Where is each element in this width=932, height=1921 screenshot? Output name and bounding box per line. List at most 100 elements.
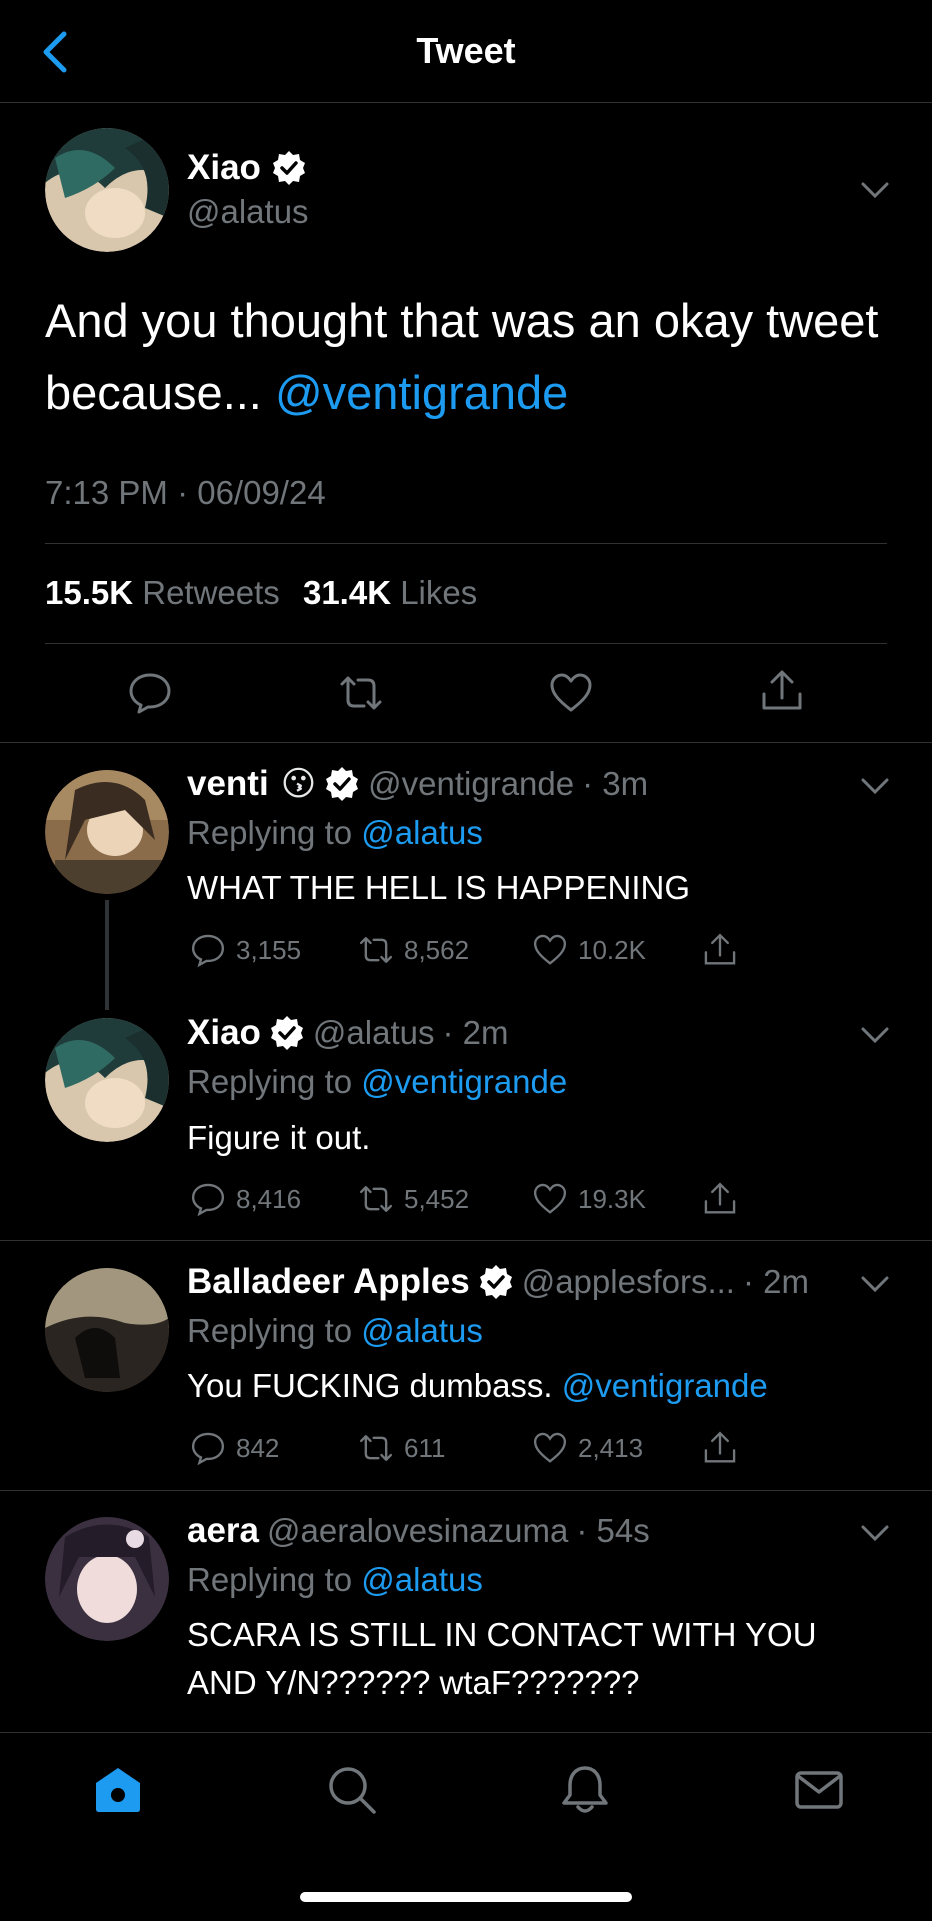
reply-header: Balladeer Apples @applesfors... · 2m	[187, 1262, 809, 1302]
verified-badge-icon	[479, 1265, 512, 1299]
avatar[interactable]	[45, 1268, 169, 1392]
mention-link[interactable]: @ventigrande	[562, 1367, 768, 1404]
chevron-down-icon[interactable]	[860, 776, 890, 796]
reply-header: Xiao @alatus · 2m	[187, 1013, 508, 1053]
retweet-icon	[359, 1435, 393, 1461]
replying-mention[interactable]: @alatus	[361, 1312, 483, 1349]
share-icon	[704, 933, 736, 965]
replying-mention[interactable]: @alatus	[361, 1561, 483, 1598]
avatar[interactable]	[45, 1517, 169, 1641]
divider	[0, 1490, 932, 1491]
retweet-icon[interactable]	[338, 670, 384, 716]
reply-text-line: AND Y/N?????? wtaF???????	[187, 1664, 640, 1701]
mention-link[interactable]: @ventigrande	[275, 366, 568, 419]
like-count: 10.2K	[578, 934, 646, 965]
retweet-icon	[359, 1186, 393, 1212]
author-name[interactable]: Xiao	[187, 148, 261, 188]
share-action[interactable]	[702, 1181, 738, 1217]
likes-label[interactable]: Likes	[400, 574, 477, 611]
reply-author-name[interactable]: venti	[187, 764, 269, 804]
chevron-down-icon[interactable]	[860, 1274, 890, 1294]
replying-label: Replying to	[187, 1561, 353, 1598]
reply-time: · 2m	[442, 1014, 509, 1051]
reply-action[interactable]: 842	[190, 1430, 279, 1466]
retweets-count[interactable]: 15.5K	[45, 574, 133, 611]
replying-mention[interactable]: @ventigrande	[361, 1063, 567, 1100]
like-action[interactable]: 2,413	[532, 1430, 643, 1466]
share-action[interactable]	[702, 932, 738, 968]
verified-badge-icon	[272, 151, 305, 185]
divider	[0, 742, 932, 743]
thread-line	[105, 900, 109, 1010]
retweet-action[interactable]: 611	[358, 1430, 445, 1466]
reply-author-handle[interactable]: @alatus	[313, 1014, 435, 1052]
retweet-action[interactable]: 8,562	[358, 932, 469, 968]
retweet-count: 611	[404, 1432, 446, 1463]
replying-mention[interactable]: @alatus	[361, 814, 483, 851]
like-icon	[533, 1432, 567, 1463]
tweet-text: And you thought that was an okay tweet b…	[45, 285, 895, 429]
like-count: 19.3K	[578, 1183, 646, 1214]
reply-author-name[interactable]: Balladeer Apples	[187, 1262, 470, 1302]
reply-text-line: SCARA IS STILL IN CONTACT WITH YOU	[187, 1616, 817, 1653]
share-icon	[704, 1431, 736, 1463]
top-bar: Tweet	[0, 0, 932, 103]
avatar[interactable]	[45, 128, 169, 252]
reply-header: aera @aeralovesinazuma · 54s	[187, 1511, 650, 1551]
avatar[interactable]	[45, 1018, 169, 1142]
reply-time: · 54s	[576, 1512, 650, 1549]
replying-label: Replying to	[187, 814, 353, 851]
like-action[interactable]: 10.2K	[532, 932, 646, 968]
like-icon	[533, 1183, 567, 1214]
avatar[interactable]	[45, 770, 169, 894]
retweet-icon	[359, 937, 393, 963]
author-name-row: Xiao	[187, 148, 307, 188]
retweet-count: 8,562	[404, 934, 470, 965]
replying-label: Replying to	[187, 1063, 353, 1100]
replying-to: Replying to @alatus	[187, 814, 483, 852]
share-action[interactable]	[702, 1430, 738, 1466]
like-action[interactable]: 19.3K	[532, 1181, 646, 1217]
reply-author-name[interactable]: aera	[187, 1511, 259, 1551]
reply-count: 842	[236, 1432, 280, 1463]
reply-count: 8,416	[236, 1183, 302, 1214]
replying-to: Replying to @alatus	[187, 1312, 483, 1350]
search-icon[interactable]	[325, 1763, 379, 1817]
chevron-down-icon[interactable]	[860, 180, 890, 200]
share-icon[interactable]	[759, 668, 805, 714]
reply-icon	[191, 1183, 225, 1217]
retweet-action[interactable]: 5,452	[358, 1181, 469, 1217]
replying-label: Replying to	[187, 1312, 353, 1349]
chevron-down-icon[interactable]	[860, 1523, 890, 1543]
replying-to: Replying to @alatus	[187, 1561, 483, 1599]
like-icon[interactable]	[548, 670, 594, 716]
retweets-label[interactable]: Retweets	[142, 574, 280, 611]
author-handle[interactable]: @alatus	[187, 193, 309, 231]
reply-author-handle[interactable]: @applesfors...	[522, 1263, 735, 1301]
verified-badge-icon	[326, 767, 359, 801]
reply-action[interactable]: 3,155	[190, 932, 301, 968]
reply-icon	[191, 934, 225, 968]
reply-action[interactable]: 8,416	[190, 1181, 301, 1217]
home-icon[interactable]	[91, 1763, 145, 1817]
page-title: Tweet	[416, 30, 516, 71]
messages-icon[interactable]	[792, 1763, 846, 1817]
retweet-count: 5,452	[404, 1183, 470, 1214]
divider	[45, 543, 887, 544]
notifications-icon[interactable]	[558, 1763, 612, 1817]
reply-text: SCARA IS STILL IN CONTACT WITH YOU AND Y…	[187, 1611, 907, 1707]
reply-author-handle[interactable]: @ventigrande	[368, 765, 574, 803]
share-icon	[704, 1182, 736, 1214]
reply-icon	[191, 1432, 225, 1466]
reply-header: venti 😗 @ventigrande · 3m	[187, 764, 648, 804]
reply-time: · 2m	[742, 1263, 809, 1300]
reply-author-name[interactable]: Xiao	[187, 1013, 261, 1053]
reply-count: 3,155	[236, 934, 302, 965]
divider	[45, 643, 887, 644]
reply-text: You FUCKING dumbass. @ventigrande	[187, 1362, 887, 1410]
home-indicator	[300, 1892, 632, 1902]
chevron-down-icon[interactable]	[860, 1025, 890, 1045]
reply-icon[interactable]	[127, 670, 173, 716]
likes-count[interactable]: 31.4K	[303, 574, 391, 611]
reply-author-handle[interactable]: @aeralovesinazuma	[267, 1512, 568, 1550]
